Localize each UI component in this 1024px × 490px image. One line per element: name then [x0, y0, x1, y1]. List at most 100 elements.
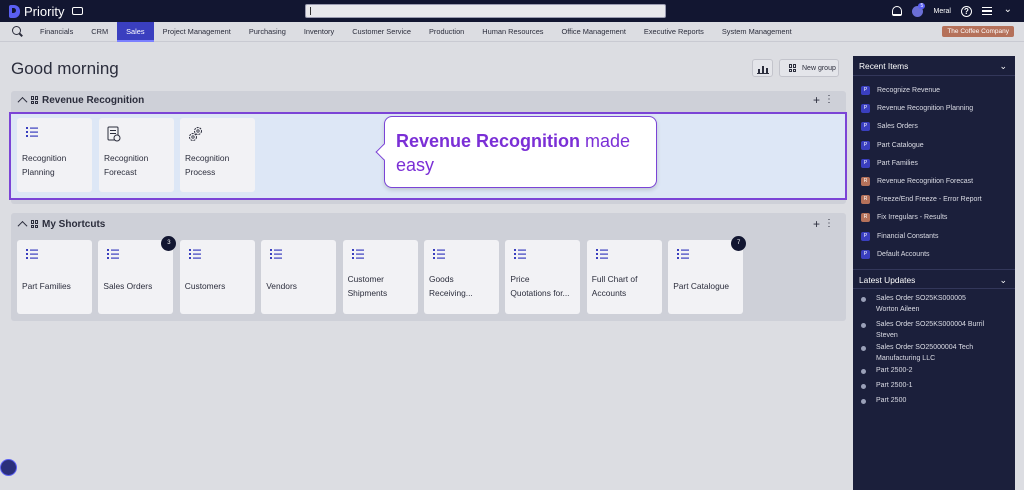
list-icon: [595, 249, 608, 259]
tile-label: Recognition Process: [185, 151, 251, 179]
tile-label-line: Recognition: [22, 153, 67, 163]
menu-item-system-management[interactable]: System Management: [713, 22, 801, 42]
user-name[interactable]: Meral: [933, 8, 951, 15]
recent-item[interactable]: P Financial Constants: [861, 231, 939, 241]
grid-icon: [789, 64, 797, 72]
latest-updates-header[interactable]: Latest Updates ⌄: [853, 269, 1015, 289]
right-panel: Recent Items ⌄ P Recognize Revenue P Revenu…: [853, 56, 1015, 490]
tile-label: Recognition Planning: [22, 151, 88, 179]
menu-item-human-resources[interactable]: Human Resources: [473, 22, 552, 42]
update-text: Part 2500-1: [876, 381, 913, 392]
recent-item[interactable]: R Freeze/End Freeze - Error Report: [861, 195, 982, 205]
menu-item-financials[interactable]: Financials: [31, 22, 82, 42]
recent-item[interactable]: P Revenue Recognition Planning: [861, 104, 973, 114]
shortcut-tile[interactable]: Full Chart of Accounts: [586, 240, 662, 314]
add-icon[interactable]: +: [813, 218, 820, 230]
recent-item[interactable]: P Sales Orders: [861, 122, 918, 132]
shortcut-tile[interactable]: Vendors: [261, 240, 337, 314]
company-badge[interactable]: The Coffee Company: [942, 26, 1014, 37]
menu-item-customer-service[interactable]: Customer Service: [343, 22, 420, 42]
update-item[interactable]: Part 2500-1: [861, 381, 913, 392]
recent-item[interactable]: P Part Families: [861, 158, 918, 168]
shortcut-tile[interactable]: Customer Shipments: [342, 240, 418, 314]
update-item[interactable]: Sales Order SO25000004 Tech Manufacturing…: [861, 343, 973, 364]
menu-item-project-management[interactable]: Project Management: [154, 22, 240, 42]
update-item[interactable]: Part 2500: [861, 396, 906, 407]
more-options-icon[interactable]: ⋮: [824, 94, 834, 106]
shortcut-tile[interactable]: Recognition Planning: [17, 118, 92, 192]
global-search-input[interactable]: [305, 4, 666, 18]
recent-item[interactable]: P Part Catalogue: [861, 140, 924, 150]
tile-label: Customers: [185, 279, 251, 293]
grid-icon: [31, 96, 39, 104]
app-logo[interactable]: Priority: [9, 4, 64, 19]
avatar[interactable]: 5: [912, 2, 926, 17]
chart-button[interactable]: [752, 59, 773, 77]
update-text: Sales Order SO25000004 Tech Manufacturing…: [876, 343, 973, 364]
recent-item-label: Freeze/End Freeze - Error Report: [877, 196, 982, 204]
bullet-icon: [861, 399, 866, 404]
tile-label: Sales Orders: [103, 279, 169, 293]
update-line: Steven: [876, 331, 898, 339]
list-icon: [26, 249, 38, 259]
tile-label: Full Chart of Accounts: [592, 272, 658, 300]
recent-item[interactable]: P Default Accounts: [861, 249, 930, 259]
tile-label-line: Sales Orders: [103, 281, 153, 291]
chevron-down-icon[interactable]: ⌄: [999, 56, 1007, 76]
add-icon[interactable]: +: [813, 94, 820, 106]
menu-item-purchasing[interactable]: Purchasing: [240, 22, 295, 42]
shortcut-tile[interactable]: Part Families: [17, 240, 92, 314]
group-header: My Shortcuts + ⋮: [11, 215, 846, 233]
tile-label-line: Recognition: [104, 153, 149, 163]
keyboard-icon[interactable]: [72, 7, 84, 15]
bell-icon[interactable]: [892, 6, 903, 16]
menu-item-sales[interactable]: Sales: [117, 21, 154, 42]
group-title: Revenue Recognition: [42, 94, 145, 106]
recent-items-header[interactable]: Recent Items ⌄: [853, 56, 1015, 76]
menu-item-crm[interactable]: CRM: [82, 22, 117, 42]
chevron-down-icon[interactable]: ⌄: [1004, 4, 1012, 15]
assistant-button[interactable]: [0, 459, 17, 476]
shortcut-tile[interactable]: Customers: [179, 240, 255, 314]
shortcut-tile[interactable]: Price Quotations for...: [505, 240, 581, 314]
menu-icon[interactable]: [982, 7, 992, 15]
recent-item-label: Fix Irregulars - Results: [877, 214, 948, 222]
more-options-icon[interactable]: ⋮: [824, 218, 834, 230]
shortcut-tile[interactable]: Goods Receiving...: [424, 240, 499, 314]
shortcut-tile[interactable]: Recognition Forecast: [99, 118, 174, 192]
shortcut-tile[interactable]: Part Catalogue: [668, 240, 744, 314]
report-icon: R: [861, 177, 870, 186]
recent-item[interactable]: R Fix Irregulars - Results: [861, 213, 948, 223]
recent-item[interactable]: P Recognize Revenue: [861, 86, 940, 95]
document-icon: [107, 126, 121, 142]
program-icon: P: [861, 140, 870, 150]
menu-item-executive-reports[interactable]: Executive Reports: [635, 22, 713, 42]
menu-item-production[interactable]: Production: [420, 22, 473, 42]
tile-label-line: Price: [510, 274, 530, 284]
update-item[interactable]: Part 2500-2: [861, 366, 913, 377]
bullet-icon: [861, 384, 866, 389]
help-icon[interactable]: ?: [961, 5, 972, 17]
collapse-icon[interactable]: [17, 220, 28, 231]
program-icon: P: [861, 231, 870, 241]
tile-label-line: Shipments: [347, 288, 388, 298]
update-item[interactable]: Sales Order SO25KS000004 Burril Steven: [861, 320, 984, 341]
tile-label: Customer Shipments: [348, 272, 414, 300]
tile-label-line: Forecast: [104, 167, 137, 177]
search-icon[interactable]: [12, 26, 23, 37]
shortcut-tile[interactable]: Sales Orders: [98, 240, 174, 314]
tile-label: Vendors: [266, 279, 332, 293]
latest-updates-title: Latest Updates: [859, 275, 916, 285]
new-group-button[interactable]: New group: [779, 59, 839, 77]
recent-item-label: Financial Constants: [877, 232, 939, 240]
list-icon: [677, 249, 690, 259]
shortcut-tile[interactable]: Recognition Process: [180, 118, 255, 192]
recent-item-label: Part Families: [877, 159, 918, 167]
menu-item-inventory[interactable]: Inventory: [295, 22, 343, 42]
recent-item[interactable]: R Revenue Recognition Forecast: [861, 177, 973, 186]
menu-item-office-management[interactable]: Office Management: [553, 22, 635, 42]
collapse-icon[interactable]: [17, 96, 28, 107]
chevron-down-icon[interactable]: ⌄: [999, 270, 1007, 290]
update-item[interactable]: Sales Order SO25KS000005 Worton Aileen: [861, 294, 966, 315]
tile-label-line: Part Families: [22, 281, 71, 291]
